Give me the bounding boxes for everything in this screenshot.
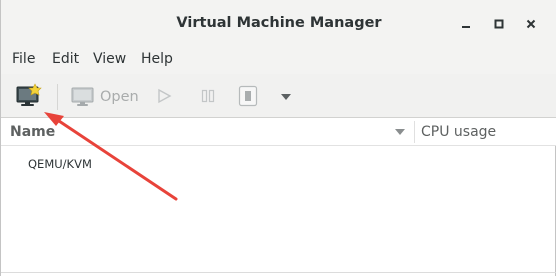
annotation-arrow xyxy=(44,112,178,201)
virt-manager-window: Virtual Machine Manager File Edit View H… xyxy=(0,0,556,276)
